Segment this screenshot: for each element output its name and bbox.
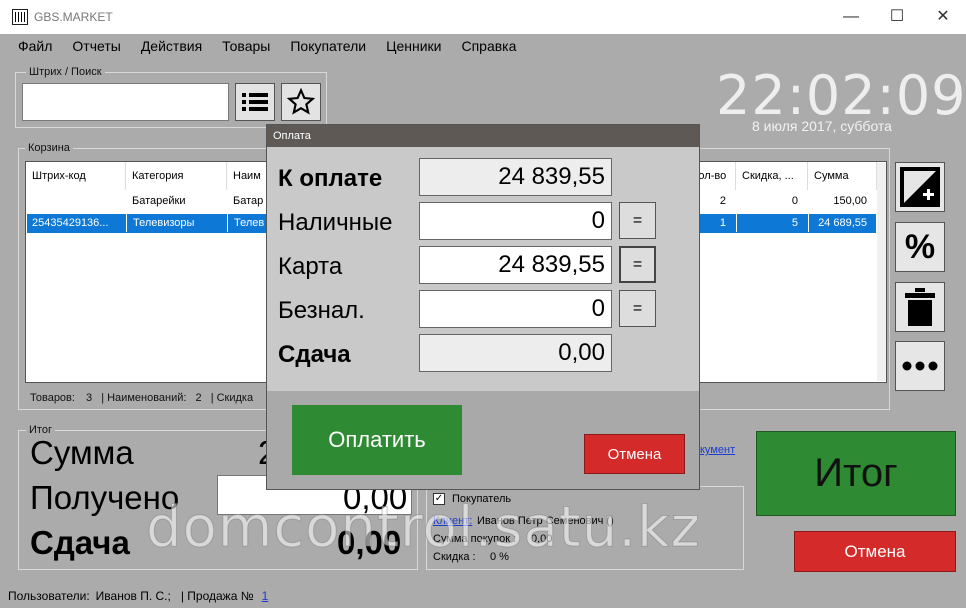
cash-label: Наличные bbox=[278, 209, 393, 236]
row1-category[interactable]: Батарейки bbox=[126, 192, 227, 210]
noncash-label: Безнал. bbox=[278, 297, 365, 324]
dialog-change-label: Сдача bbox=[278, 341, 351, 368]
customer-checkbox-label: Покупатель bbox=[452, 493, 512, 505]
trash-icon bbox=[905, 288, 935, 326]
change-label: Сдача bbox=[30, 524, 130, 561]
sale-number-link[interactable]: 1 bbox=[262, 589, 269, 603]
search-input[interactable] bbox=[22, 83, 229, 121]
menu-bar: Файл Отчеты Действия Товары Покупатели Ц… bbox=[0, 34, 966, 58]
close-window-button[interactable]: ✕ bbox=[920, 0, 966, 34]
favorites-button[interactable] bbox=[281, 83, 321, 121]
dialog-title-bar bbox=[267, 125, 699, 147]
document-link[interactable]: кумент bbox=[700, 444, 735, 456]
menu-help[interactable]: Справка bbox=[451, 34, 526, 58]
total-sum-label: Сумма bbox=[30, 434, 134, 471]
card-fill-button[interactable]: = bbox=[619, 246, 656, 283]
card-field[interactable]: 24 839,55 bbox=[419, 246, 612, 284]
col-header-category[interactable]: Категория bbox=[126, 162, 227, 190]
client-name: Иванов Петр Семенович () bbox=[477, 515, 614, 527]
app-barcode-icon bbox=[12, 9, 28, 25]
dialog-cancel-button[interactable]: Отмена bbox=[584, 434, 685, 474]
discount-label: | Скидка bbox=[210, 392, 254, 404]
names-count-label: | Наименований: bbox=[101, 392, 187, 404]
sale-label: | Продажа № bbox=[180, 589, 254, 603]
col-header-discount[interactable]: Скидка, ... bbox=[736, 162, 808, 190]
status-bar: Пользователи: Иванов П. С.; | Продажа № … bbox=[0, 584, 966, 608]
menu-file[interactable]: Файл bbox=[8, 34, 62, 58]
to-pay-label: К оплате bbox=[278, 165, 383, 192]
users-label: Пользователи: bbox=[8, 589, 90, 603]
change-value: 0,00 bbox=[337, 524, 402, 561]
current-user: Иванов П. С.; bbox=[95, 589, 171, 603]
row2-sum[interactable]: 24 689,55 bbox=[808, 214, 877, 232]
search-group-label: Штрих / Поиск bbox=[26, 66, 105, 78]
row1-sum[interactable]: 150,00 bbox=[808, 192, 877, 210]
title-bar: GBS.MARKET — ☐ ✕ bbox=[0, 0, 966, 34]
dialog-title: Оплата bbox=[273, 130, 311, 142]
goods-count: 3 bbox=[86, 392, 93, 404]
cash-field[interactable]: 0 bbox=[419, 202, 612, 240]
menu-reports[interactable]: Отчеты bbox=[62, 34, 130, 58]
purchases-label: Сумма покупок : bbox=[433, 533, 517, 545]
card-label: Карта bbox=[278, 253, 343, 280]
more-button[interactable] bbox=[895, 341, 945, 391]
purchases-value: 0,00 bbox=[531, 533, 553, 545]
col-header-barcode[interactable]: Штрих-код bbox=[26, 162, 126, 190]
dialog-change-field: 0,00 bbox=[419, 334, 612, 372]
customer-discount-value: 0 % bbox=[490, 551, 509, 563]
cancel-button[interactable]: Отмена bbox=[794, 531, 956, 572]
percent-icon: % bbox=[904, 227, 936, 266]
menu-price-tags[interactable]: Ценники bbox=[376, 34, 451, 58]
maximize-button[interactable]: ☐ bbox=[874, 0, 920, 34]
window-title: GBS.MARKET bbox=[34, 10, 113, 24]
customer-checkbox[interactable]: ✓ bbox=[433, 493, 445, 505]
edit-add-icon bbox=[900, 167, 940, 207]
menu-goods[interactable]: Товары bbox=[212, 34, 280, 58]
list-icon bbox=[242, 93, 268, 111]
names-count: 2 bbox=[195, 392, 202, 404]
list-button[interactable] bbox=[235, 83, 275, 121]
row2-category[interactable]: Телевизоры bbox=[126, 214, 227, 232]
menu-actions[interactable]: Действия bbox=[131, 34, 212, 58]
row2-discount[interactable]: 5 bbox=[736, 214, 808, 232]
noncash-field[interactable]: 0 bbox=[419, 290, 612, 328]
to-pay-field: 24 839,55 bbox=[419, 158, 612, 196]
payment-dialog: Оплата К оплате 24 839,55 Наличные 0 = К… bbox=[266, 124, 700, 490]
delete-item-button[interactable] bbox=[895, 282, 945, 332]
star-icon bbox=[287, 88, 315, 115]
row2-barcode[interactable]: 25435429136... bbox=[26, 214, 126, 232]
customer-discount-label: Скидка : bbox=[433, 551, 476, 563]
pay-button[interactable]: Оплатить bbox=[292, 405, 462, 475]
goods-count-label: Товаров: bbox=[30, 392, 75, 404]
cart-scrollbar[interactable] bbox=[877, 163, 886, 381]
cart-status: Товаров: 3 | Наименований: 2 | Скидка bbox=[30, 392, 253, 404]
cash-fill-button[interactable]: = bbox=[619, 202, 656, 239]
minimize-button[interactable]: — bbox=[828, 0, 874, 34]
noncash-fill-button[interactable]: = bbox=[619, 290, 656, 327]
row1-discount[interactable]: 0 bbox=[736, 192, 808, 210]
received-label: Получено bbox=[30, 479, 180, 516]
clock-date: 8 июля 2017, суббота bbox=[752, 118, 892, 134]
itog-button[interactable]: Итог bbox=[756, 431, 956, 516]
more-dots-icon bbox=[902, 361, 938, 371]
col-header-sum[interactable]: Сумма bbox=[808, 162, 877, 190]
cart-group-label: Корзина bbox=[25, 142, 73, 154]
menu-customers[interactable]: Покупатели bbox=[280, 34, 376, 58]
discount-button[interactable]: % bbox=[895, 222, 945, 272]
add-item-button[interactable] bbox=[895, 162, 945, 212]
client-link[interactable]: Клиент: bbox=[433, 515, 472, 527]
